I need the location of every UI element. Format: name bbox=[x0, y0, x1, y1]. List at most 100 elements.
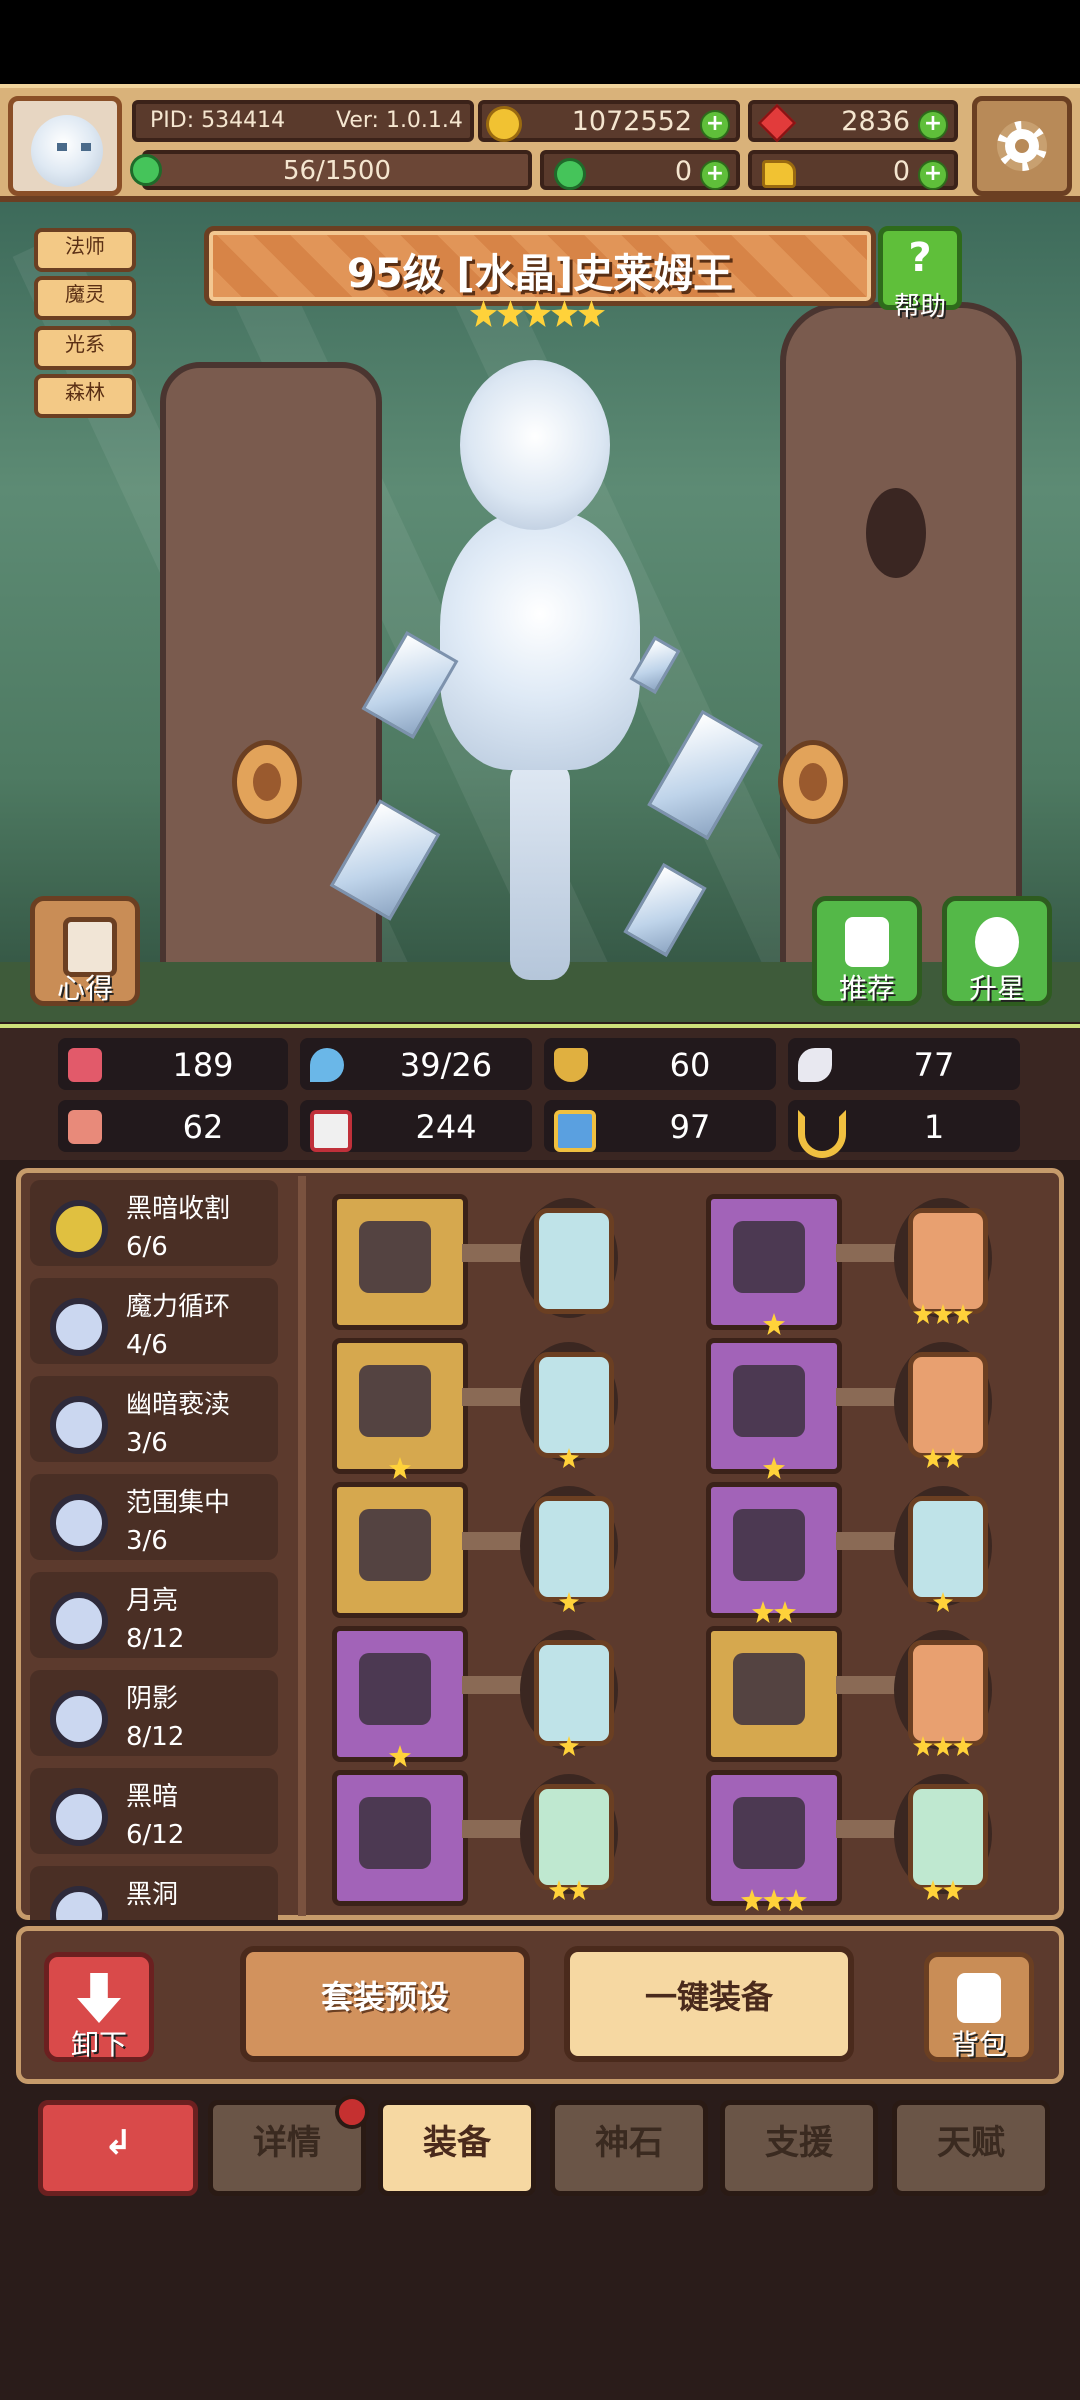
rune-card-icon bbox=[908, 1496, 988, 1602]
recommend-button[interactable]: 推荐 bbox=[812, 896, 922, 1006]
add-boots-button[interactable]: + bbox=[918, 160, 948, 190]
item-stars bbox=[711, 1889, 837, 1915]
rune-slot-right-4[interactable] bbox=[894, 1630, 992, 1756]
hero-name: 95级 [水晶]史莱姆王 bbox=[346, 251, 734, 297]
quick-equip-button[interactable]: 一键装备 bbox=[564, 1946, 854, 2062]
tab-divine-stone[interactable]: 神石 bbox=[550, 2100, 708, 2196]
boots-icon bbox=[733, 1797, 805, 1869]
id-version-box: PID: 534414 Ver: 1.0.1.4 bbox=[132, 100, 474, 142]
hat-icon bbox=[733, 1221, 805, 1293]
clover-icon bbox=[130, 154, 164, 188]
tab-label: 神石 bbox=[595, 2123, 663, 2163]
star-icon bbox=[752, 1601, 774, 1623]
rune-stars bbox=[520, 1736, 618, 1760]
set-bonus-count: 8/12 bbox=[126, 1624, 185, 1654]
rune-slot-right-2[interactable] bbox=[894, 1342, 992, 1468]
tab-talent[interactable]: 天赋 bbox=[892, 2100, 1050, 2196]
tab-support[interactable]: 支援 bbox=[720, 2100, 878, 2196]
set-bonus-item[interactable]: 阴影 8/12 bbox=[30, 1670, 278, 1756]
player-id: PID: 534414 bbox=[150, 108, 286, 133]
set-bonus-item[interactable]: 黑洞 bbox=[30, 1866, 278, 1920]
star-icon bbox=[943, 1880, 963, 1900]
rune-slot-left-1[interactable] bbox=[520, 1198, 618, 1318]
set-bonus-name: 黑洞 bbox=[126, 1880, 179, 1910]
stat-value: 39/26 bbox=[399, 1046, 493, 1084]
rune-slot-right-1[interactable] bbox=[894, 1198, 992, 1324]
clover-icon bbox=[130, 154, 162, 186]
set-bonus-item[interactable]: 幽暗亵渎 3/6 bbox=[30, 1376, 278, 1462]
tab-label: 装备 bbox=[423, 2123, 491, 2163]
star-icon bbox=[741, 1889, 763, 1911]
red-gem-icon bbox=[757, 103, 797, 143]
rune-slot-right-5[interactable] bbox=[894, 1774, 992, 1900]
set-bonus-item[interactable]: 魔力循环 4/6 bbox=[30, 1278, 278, 1364]
prev-hero-arrow[interactable] bbox=[232, 740, 302, 824]
stat-crit: 97 bbox=[544, 1100, 776, 1152]
insight-button[interactable]: 心得 bbox=[30, 896, 140, 1006]
item-stars bbox=[711, 1313, 837, 1339]
back-button[interactable]: ↲ bbox=[38, 2100, 198, 2196]
tag-race[interactable]: 魔灵 bbox=[34, 276, 136, 320]
rune-slot-left-3[interactable] bbox=[520, 1486, 618, 1612]
set-bonus-name: 魔力循环 bbox=[126, 1292, 231, 1322]
bag-button[interactable]: 背包 bbox=[924, 1952, 1034, 2062]
rune-slot-right-3[interactable] bbox=[894, 1486, 992, 1612]
equipment-slot-left-2[interactable] bbox=[332, 1338, 468, 1479]
equipment-slot-right-1[interactable] bbox=[706, 1194, 842, 1335]
star-icon bbox=[763, 1313, 785, 1335]
equipment-slot-left-1[interactable] bbox=[332, 1194, 468, 1330]
fist-icon bbox=[68, 1110, 102, 1144]
equipment-slot-left-4[interactable] bbox=[332, 1626, 468, 1767]
equipment-slot-right-3[interactable] bbox=[706, 1482, 842, 1623]
player-avatar[interactable] bbox=[8, 96, 122, 196]
rune-slot-left-2[interactable] bbox=[520, 1342, 618, 1468]
ring-icon bbox=[359, 1797, 431, 1869]
equipment-slot-right-5[interactable] bbox=[706, 1770, 842, 1911]
top-resource-bar: PID: 534414 Ver: 1.0.1.4 1072552 + 2836 … bbox=[0, 84, 1080, 202]
boots-counter: 0 + bbox=[748, 150, 958, 190]
equipment-slot-right-2[interactable] bbox=[706, 1338, 842, 1479]
hero-star-rating bbox=[470, 300, 610, 334]
tab-equipment[interactable]: 装备 bbox=[378, 2100, 536, 2196]
slot-connector bbox=[462, 1532, 522, 1550]
settings-button[interactable] bbox=[972, 96, 1072, 196]
set-preset-button[interactable]: 套装预设 bbox=[240, 1946, 530, 2062]
tab-details[interactable]: 详情 bbox=[208, 2095, 369, 2196]
star-icon bbox=[923, 1448, 943, 1468]
status-bar bbox=[0, 0, 1080, 84]
set-bonus-item[interactable]: 月亮 8/12 bbox=[30, 1572, 278, 1658]
tag-element[interactable]: 光系 bbox=[34, 326, 136, 370]
notification-dot bbox=[335, 2095, 369, 2129]
shield-icon bbox=[554, 1048, 588, 1082]
add-gold-button[interactable]: + bbox=[700, 110, 730, 140]
stat-value: 97 bbox=[669, 1108, 711, 1146]
unequip-button[interactable]: 卸下 bbox=[44, 1952, 154, 2062]
help-button[interactable]: ? 帮助 bbox=[878, 226, 962, 322]
boot-stat-icon bbox=[554, 1110, 596, 1152]
equipment-slot-left-3[interactable] bbox=[332, 1482, 468, 1618]
tag-habitat[interactable]: 森林 bbox=[34, 374, 136, 418]
gold-coin-icon bbox=[486, 106, 522, 142]
set-bonus-item[interactable]: 黑暗 6/12 bbox=[30, 1768, 278, 1854]
next-hero-arrow[interactable] bbox=[778, 740, 848, 824]
amulet-icon bbox=[359, 1653, 431, 1725]
panel-divider bbox=[298, 1176, 306, 1916]
thumbs-up-icon bbox=[845, 917, 889, 967]
set-bonus-item[interactable]: 黑暗收割 6/6 bbox=[30, 1180, 278, 1266]
star-icon bbox=[551, 300, 578, 327]
equipment-slot-left-5[interactable] bbox=[332, 1770, 468, 1906]
star-icon bbox=[933, 1592, 953, 1612]
rune-slot-left-4[interactable] bbox=[520, 1630, 618, 1756]
set-bonus-item[interactable]: 范围集中 3/6 bbox=[30, 1474, 278, 1560]
item-stars bbox=[337, 1745, 463, 1771]
upgrade-star-button[interactable]: 升星 bbox=[942, 896, 1052, 1006]
tag-class[interactable]: 法师 bbox=[34, 228, 136, 272]
add-gems-button[interactable]: + bbox=[918, 110, 948, 140]
add-clover-button[interactable]: + bbox=[700, 160, 730, 190]
rune-slot-left-5[interactable] bbox=[520, 1774, 618, 1900]
avatar-eye bbox=[57, 143, 67, 151]
jewel-ring-icon bbox=[733, 1653, 805, 1725]
tab-label: 天赋 bbox=[937, 2123, 1005, 2163]
equipment-slot-right-4[interactable] bbox=[706, 1626, 842, 1762]
set-bonus-list[interactable]: 黑暗收割 6/6 魔力循环 4/6 幽暗亵渎 3/6 范围集中 3/6 月亮 8/12 阴影 8/12… bbox=[30, 1180, 286, 1920]
